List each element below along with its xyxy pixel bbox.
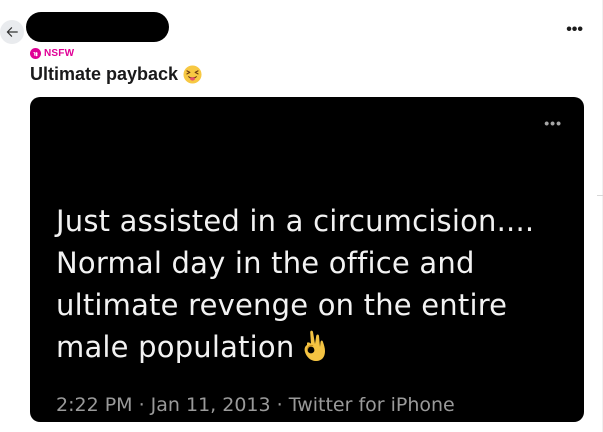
tweet-text: Just assisted in a circumcision.... Norm… <box>56 204 535 364</box>
nsfw-label: NSFW <box>44 48 75 59</box>
back-arrow-icon <box>6 27 18 37</box>
post-title: Ultimate payback <box>30 64 202 85</box>
post-title-text: Ultimate payback <box>30 64 179 84</box>
nsfw-icon <box>30 48 41 59</box>
tweet-body: Just assisted in a circumcision.... Norm… <box>56 200 576 368</box>
squinting-tongue-face-icon <box>183 65 202 84</box>
back-button[interactable] <box>0 20 24 44</box>
post-overflow-menu-button[interactable]: ••• <box>566 22 583 38</box>
tweet-screenshot-image[interactable]: ••• Just assisted in a circumcision.... … <box>30 97 584 422</box>
author-redacted <box>26 12 169 42</box>
ok-hand-icon <box>305 330 326 361</box>
tweet-meta: 2:22 PM · Jan 11, 2013 · Twitter for iPh… <box>56 394 455 416</box>
divider <box>597 195 603 196</box>
post-detail-page: ••• NSFW Ultimate payback ••• Just assis… <box>0 0 603 432</box>
nsfw-tag: NSFW <box>30 48 74 59</box>
tweet-overflow-icon: ••• <box>544 115 562 131</box>
